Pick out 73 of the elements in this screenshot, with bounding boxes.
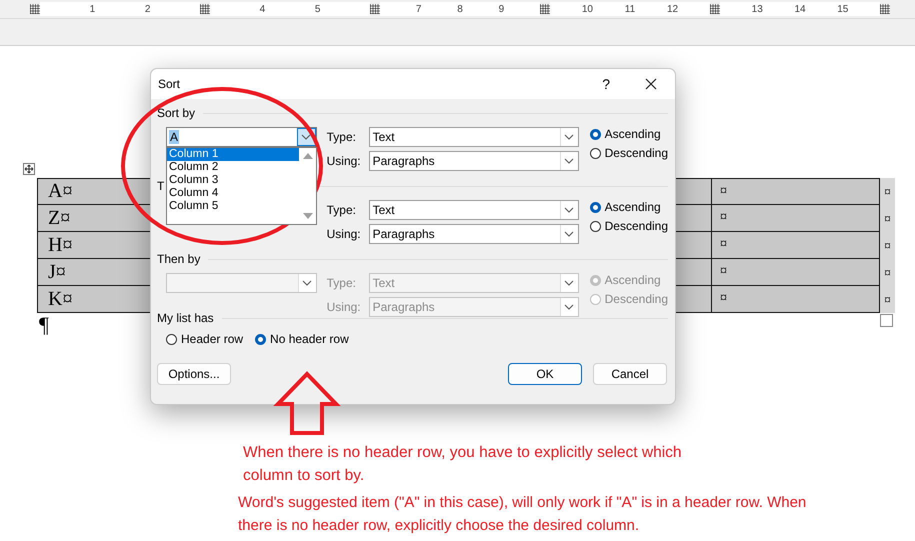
field-label: Type: xyxy=(326,203,357,217)
ruler-number: 5 xyxy=(314,4,320,14)
order-radio[interactable]: Descending xyxy=(590,219,668,233)
field-label: Type: xyxy=(326,276,357,290)
column-marker-icon[interactable] xyxy=(200,4,210,14)
group-label: My list has xyxy=(157,311,214,325)
resize-handle-icon[interactable] xyxy=(880,314,893,327)
ruler-number: 11 xyxy=(624,4,636,14)
ruler-number: 8 xyxy=(457,4,463,14)
field-label: Using: xyxy=(326,300,362,314)
field-label: Using: xyxy=(326,154,362,168)
caret-icon[interactable] xyxy=(302,280,312,286)
caret-icon xyxy=(564,158,574,164)
caret-icon xyxy=(564,280,574,286)
ruler-number: 4 xyxy=(260,4,266,14)
order-radio[interactable]: Ascending xyxy=(590,127,668,141)
end-of-row-mark: ¤ xyxy=(880,232,895,259)
move-handle-icon[interactable] xyxy=(23,163,35,175)
caret-icon xyxy=(564,134,574,140)
annotation-text: When there is no header row, you have to explicitly select which column to sort by. xyxy=(243,443,683,486)
table-cell: ¤ xyxy=(712,205,880,232)
ruler-number: 13 xyxy=(752,4,763,14)
ruler-number: 15 xyxy=(837,4,848,14)
scroll-down-icon[interactable] xyxy=(302,213,312,219)
ruler-number: 9 xyxy=(498,4,504,14)
arrow-annotation xyxy=(273,371,341,435)
column-marker-icon[interactable] xyxy=(30,4,40,14)
ruler-number: 2 xyxy=(144,4,150,14)
caret-icon xyxy=(564,231,574,237)
using-select[interactable]: Paragraphs xyxy=(368,151,579,171)
order-radio[interactable]: Ascending xyxy=(590,200,668,214)
end-of-row-mark: ¤ xyxy=(880,259,895,286)
type-select[interactable]: Text xyxy=(368,200,579,220)
column-marker-icon[interactable] xyxy=(710,4,720,14)
options-button[interactable]: Options... xyxy=(157,363,231,385)
ruler-number: 7 xyxy=(416,4,422,14)
dialog-title: Sort xyxy=(158,77,182,91)
end-of-row-mark: ¤ xyxy=(880,205,895,232)
group-label: T xyxy=(157,179,164,193)
paragraph-mark: ¶ xyxy=(39,313,49,337)
ok-button[interactable]: OK xyxy=(508,363,582,385)
field-label: Type: xyxy=(326,130,357,144)
ruler-number: 1 xyxy=(90,4,96,14)
help-button[interactable]: ? xyxy=(594,76,618,92)
list-item[interactable]: Column 2 xyxy=(167,161,299,174)
ruler-number: 10 xyxy=(582,4,593,14)
type-select[interactable]: Text xyxy=(368,127,579,147)
using-select[interactable]: Paragraphs xyxy=(368,224,579,244)
header-radio[interactable]: No header row xyxy=(255,332,349,346)
list-item[interactable]: Column 1 xyxy=(167,148,299,161)
caret-icon xyxy=(564,304,574,310)
column-marker-icon[interactable] xyxy=(880,4,890,14)
group-label: Sort by xyxy=(157,106,196,120)
column-combo-box[interactable]: A xyxy=(166,127,317,147)
caret-icon[interactable] xyxy=(301,134,312,140)
table-cell: ¤ xyxy=(712,286,880,313)
table-cell: ¤ xyxy=(712,178,880,205)
ruler-number: 14 xyxy=(794,4,806,14)
field-label: Using: xyxy=(326,227,362,241)
end-of-row-mark: ¤ xyxy=(880,178,895,205)
column-marker-icon[interactable] xyxy=(540,4,550,14)
annotation-text: Word's suggested item ("A" in this case), will only work if "A" is in a header row. When there is no header row, explicitly choose the desired column. xyxy=(238,493,808,536)
caret-icon xyxy=(564,207,574,213)
header-radio[interactable]: Header row xyxy=(166,332,244,346)
column-marker-icon[interactable] xyxy=(370,4,380,14)
end-of-row-mark: ¤ xyxy=(880,286,895,313)
order-radio[interactable]: Descending xyxy=(590,146,668,160)
cancel-button[interactable]: Cancel xyxy=(593,363,667,385)
close-icon xyxy=(645,78,657,90)
table-cell: ¤ xyxy=(712,259,880,286)
table-cell: ¤ xyxy=(712,232,880,259)
ruler-number: 12 xyxy=(667,4,678,14)
scroll-up-icon[interactable] xyxy=(302,153,312,159)
